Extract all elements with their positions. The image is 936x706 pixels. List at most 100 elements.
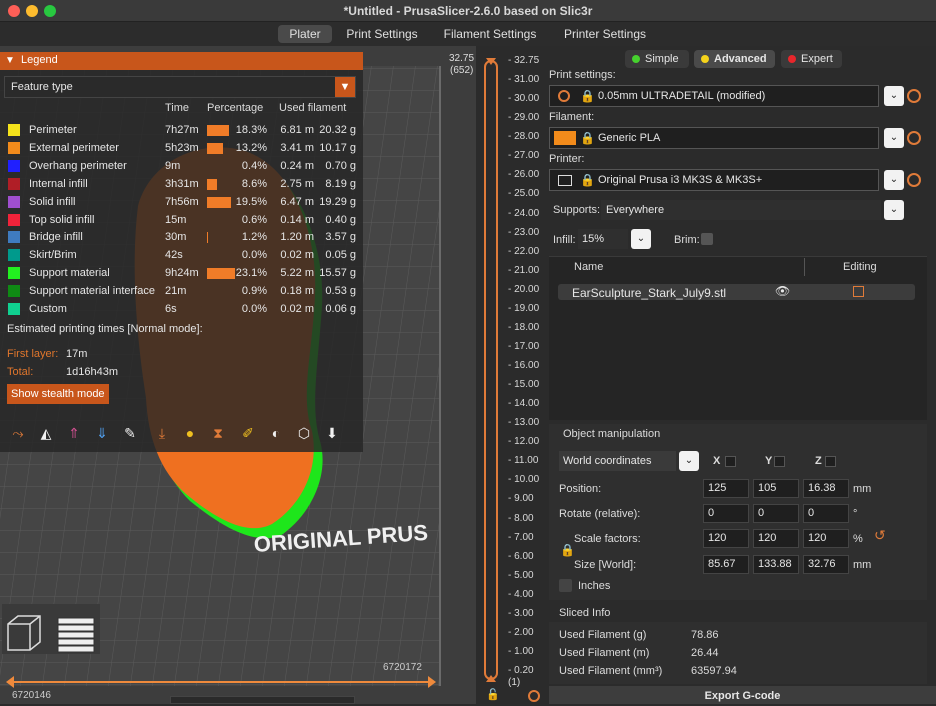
legend-percentage: 0.6% — [241, 213, 267, 226]
legend-row[interactable]: Support material interface 21m 0.9% 0.18 m 0… — [0, 282, 363, 300]
axis-y-toggle[interactable] — [774, 456, 785, 467]
vslider-tick-label: - 31.00 — [508, 74, 540, 86]
legend-used-m: 1.20 m — [280, 231, 314, 244]
vertical-slider[interactable] — [484, 60, 498, 680]
legend-percentage-bar — [207, 268, 235, 280]
legend-feature-name: Support material — [29, 267, 110, 280]
chevron-down-icon[interactable]: ▼ — [335, 77, 355, 97]
tab-printer-settings[interactable]: Printer Settings — [555, 25, 655, 43]
printer-combo[interactable]: 🔒 Original Prusa i3 MK3S & MK3S+ — [549, 169, 879, 191]
tool-marker-icon[interactable]: ⬇ — [321, 422, 343, 444]
object-row[interactable]: EarSculpture_Stark_July9.stl 👁 — [558, 284, 915, 300]
window-title: *Untitled - PrusaSlicer-2.6.0 based on S… — [343, 4, 593, 18]
mode-advanced-button[interactable]: Advanced — [694, 50, 775, 68]
vslider-tick-label: - 20.00 — [508, 283, 540, 295]
pause-prints-icon[interactable]: ⧗ — [207, 422, 229, 444]
position-x-input[interactable]: 125 — [703, 479, 749, 498]
deretractions-icon[interactable]: ⇓ — [91, 422, 113, 444]
position-y-input[interactable]: 105 — [753, 479, 799, 498]
center-of-gravity-icon[interactable]: ◐ — [265, 422, 287, 444]
rotate-y-input[interactable]: 0 — [753, 504, 799, 523]
legend-row[interactable]: Custom 6s 0.0% 0.02 m 0.06 g — [0, 300, 363, 318]
seams-icon[interactable]: ✎ — [119, 422, 141, 444]
chevron-down-icon[interactable]: ⌄ — [884, 86, 904, 106]
coordinates-select[interactable]: World coordinates — [559, 451, 676, 471]
color-changes-icon[interactable]: ● — [179, 422, 201, 444]
lock-icon: 🔒 — [580, 173, 595, 187]
legend-row[interactable]: Top solid infill 15m 0.6% 0.14 m 0.40 g — [0, 211, 363, 229]
tool-changes-icon[interactable]: ⤓ — [151, 422, 173, 444]
eye-icon[interactable]: 👁 — [775, 284, 790, 298]
vslider-tick-label: - 24.00 — [508, 207, 540, 219]
inches-checkbox[interactable] — [559, 579, 572, 592]
gear-icon[interactable] — [907, 89, 921, 103]
rotate-x-input[interactable]: 0 — [703, 504, 749, 523]
gear-icon[interactable] — [907, 131, 921, 145]
tab-print-settings[interactable]: Print Settings — [338, 25, 426, 43]
lock-icon[interactable]: 🔓 — [486, 688, 500, 701]
tab-filament-settings[interactable]: Filament Settings — [436, 25, 544, 43]
cog-icon[interactable] — [528, 690, 540, 702]
tab-plater[interactable]: Plater — [278, 25, 332, 43]
vslider-lower-thumb[interactable] — [486, 675, 496, 682]
vslider-tick-label: - 25.00 — [508, 188, 540, 200]
scale-z-input[interactable]: 120 — [803, 529, 849, 548]
axis-x-toggle[interactable] — [725, 456, 736, 467]
mode-simple-button[interactable]: Simple — [625, 50, 689, 68]
chevron-down-icon[interactable]: ⌄ — [679, 451, 699, 471]
chevron-down-icon[interactable]: ⌄ — [631, 229, 651, 249]
legend-row[interactable]: Bridge infill 30m 1.2% 1.20 m 3.57 g — [0, 228, 363, 246]
filament-value: Generic PLA — [598, 132, 661, 144]
legend-row[interactable]: Solid infill 7h56m 19.5% 6.47 m 19.29 g — [0, 193, 363, 211]
shells-icon[interactable]: ⬡ — [293, 422, 315, 444]
infill-select[interactable]: 15% — [578, 229, 628, 249]
travel-icon[interactable]: ⤳ — [7, 422, 29, 444]
chevron-down-icon[interactable]: ⌄ — [884, 170, 904, 190]
retractions-icon[interactable]: ⇑ — [63, 422, 85, 444]
view-type-select[interactable]: Feature type ▼ — [4, 76, 356, 98]
mode-expert-button[interactable]: Expert — [781, 50, 842, 68]
legend-row[interactable]: Support material 9h24m 23.1% 5.22 m 15.57 g — [0, 264, 363, 282]
legend-used-g: 0.53 g — [325, 285, 356, 298]
chevron-down-icon[interactable]: ⌄ — [884, 200, 904, 220]
legend-row[interactable]: Overhang perimeter 9m 0.4% 0.24 m 0.70 g — [0, 157, 363, 175]
size-y-input[interactable]: 133.88 — [753, 555, 799, 574]
horizontal-slider[interactable] — [6, 676, 436, 688]
brim-checkbox[interactable] — [701, 233, 713, 245]
mode-expert-dot — [788, 55, 796, 63]
legend-header[interactable]: ▼ Legend — [0, 52, 363, 70]
supports-select[interactable]: Everywhere — [601, 200, 881, 220]
legend-percentage: 0.9% — [241, 285, 267, 298]
rotate-z-input[interactable]: 0 — [803, 504, 849, 523]
scale-y-input[interactable]: 120 — [753, 529, 799, 548]
size-z-input[interactable]: 32.76 — [803, 555, 849, 574]
legend-row[interactable]: External perimeter 5h23m 13.2% 3.41 m 10.17 … — [0, 139, 363, 157]
filament-combo[interactable]: 🔒 Generic PLA — [549, 127, 879, 149]
used-filament-g-label: Used Filament (g) — [559, 629, 647, 641]
chevron-down-icon[interactable]: ⌄ — [884, 128, 904, 148]
axis-z-toggle[interactable] — [825, 456, 836, 467]
print-settings-combo[interactable]: 🔒 0.05mm ULTRADETAIL (modified) — [549, 85, 879, 107]
legend-row[interactable]: Skirt/Brim 42s 0.0% 0.02 m 0.05 g — [0, 246, 363, 264]
object-name: EarSculpture_Stark_July9.stl — [572, 286, 727, 300]
gear-icon[interactable] — [907, 173, 921, 187]
hslider-right-thumb[interactable] — [428, 676, 436, 688]
legend-row[interactable]: Perimeter 7h27m 18.3% 6.81 m 20.32 g — [0, 121, 363, 139]
size-x-input[interactable]: 85.67 — [703, 555, 749, 574]
hslider-left-thumb[interactable] — [6, 676, 14, 688]
scale-x-input[interactable]: 120 — [703, 529, 749, 548]
legend-used-m: 3.41 m — [280, 141, 314, 154]
position-z-input[interactable]: 16.38 — [803, 479, 849, 498]
edit-icon[interactable] — [853, 286, 864, 297]
reset-scale-icon[interactable]: ↺ — [874, 527, 886, 544]
rotate-label: Rotate (relative): — [559, 508, 641, 520]
show-stealth-mode-button[interactable]: Show stealth mode — [7, 384, 109, 404]
vslider-tick-label: - 10.00 — [508, 474, 540, 486]
vslider-upper-thumb[interactable] — [486, 58, 496, 65]
custom-gcodes-icon[interactable]: ✐ — [237, 422, 259, 444]
filament-color-swatch[interactable] — [554, 131, 576, 145]
export-gcode-button[interactable]: Export G-code — [549, 686, 936, 704]
lock-icon[interactable]: 🔒 — [560, 543, 575, 557]
wipe-icon[interactable]: ◭ — [35, 422, 57, 444]
legend-row[interactable]: Internal infill 3h31m 8.6% 2.75 m 8.19 g — [0, 175, 363, 193]
